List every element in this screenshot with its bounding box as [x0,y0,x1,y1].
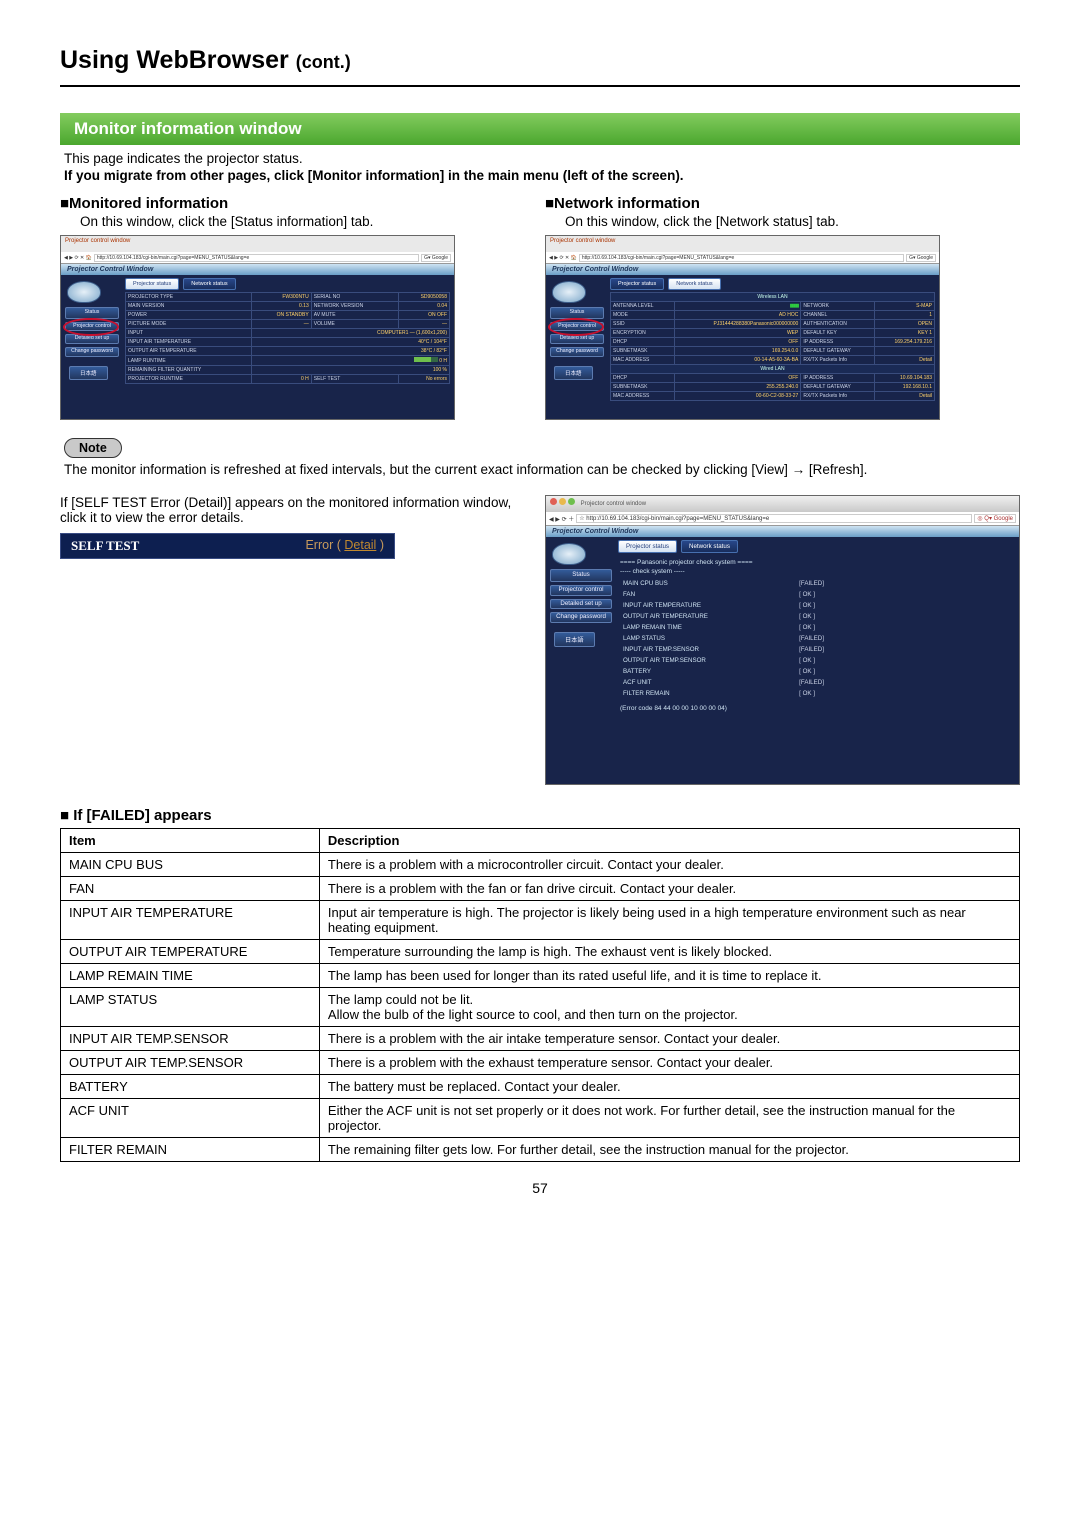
intro: This page indicates the projector status… [64,151,1020,183]
failed-table: Item Description MAIN CPU BUSThere is a … [60,828,1020,1162]
table-row: LAMP REMAIN TIMEThe lamp has been used f… [61,964,1020,988]
sidebar-lang[interactable]: 日本語 [69,366,108,380]
monitored-heading: ■Monitored information [60,195,535,212]
failed-heading: ■ If [FAILED] appears [60,807,1020,824]
tab-network-status[interactable]: Network status [681,540,738,553]
monitored-col: ■Monitored information On this window, c… [60,195,535,420]
sidebar-status[interactable]: Status [65,307,119,319]
selftest-left: If [SELF TEST Error (Detail)] appears on… [60,495,535,559]
tab-projector-status[interactable]: Projector status [618,540,677,553]
mw-titlebar: Projector control window [61,236,454,252]
network-window: Projector control window ◀ ▶ ⟳ ✕ 🏠 http:… [545,235,940,420]
check-header: ==== Panasonic projector check system ==… [620,559,1013,566]
title-cont: (cont.) [296,52,351,72]
st-sidebar: Status Projector control Detailed set up… [546,537,616,719]
check-results: MAIN CPU BUS[FAILED]FAN[ OK ]INPUT AIR T… [620,578,856,699]
selftest-bar[interactable]: SELF TEST Error ( Detail ) [60,533,395,559]
page-number: 57 [60,1180,1020,1196]
nw-addressbar[interactable]: ◀ ▶ ⟳ ✕ 🏠 http://10.69.104.183/cgi-bin/m… [546,252,939,264]
table-row: INPUT AIR TEMP.SENSORThere is a problem … [61,1027,1020,1051]
title-rule [60,85,1020,87]
sidebar-change-pw[interactable]: Change password [65,347,119,357]
detail-link[interactable]: Detail [344,538,376,552]
tab-network-status[interactable]: Network status [668,278,720,290]
table-row: ACF UNITEither the ACF unit is not set p… [61,1099,1020,1138]
table-row: FANThere is a problem with the fan or fa… [61,877,1020,901]
table-row: BATTERYThe battery must be replaced. Con… [61,1075,1020,1099]
table-row: FILTER REMAINThe remaining filter gets l… [61,1138,1020,1162]
mw-subheader: Projector Control Window [61,264,454,275]
sidebar-change-pw[interactable]: Change password [550,347,604,357]
monitored-window: Projector control window ◀ ▶ ⟳ ✕ 🏠 http:… [60,235,455,420]
status-table: PROJECTOR TYPEFW300NTUSERIAL NOSD9050058… [125,292,450,384]
th-item: Item [61,829,320,853]
two-col: ■Monitored information On this window, c… [60,195,1020,420]
mw-content: Projector status Network status PROJECTO… [123,275,454,387]
selftest-para: If [SELF TEST Error (Detail)] appears on… [60,495,535,525]
st-content: Projector status Network status ==== Pan… [616,537,1019,719]
sidebar-status[interactable]: Status [550,569,612,582]
tab-projector-status[interactable]: Projector status [610,278,664,290]
section: Monitor information window This page ind… [60,113,1020,1162]
title-text: Using WebBrowser [60,46,289,74]
sidebar-change-pw[interactable]: Change password [550,612,612,623]
sidebar-lang[interactable]: 日本語 [554,632,595,647]
page-title: Using WebBrowser (cont.) [60,46,1020,75]
table-row: OUTPUT AIR TEMP.SENSORThere is a problem… [61,1051,1020,1075]
section-title: Monitor information window [60,113,1020,145]
nw-titlebar: Projector control window [546,236,939,252]
callout-oval [63,318,119,336]
st-addressbar[interactable]: ◀ ▶ ⟳ ＋ ☆ http://10.69.104.183/cgi-bin/m… [546,512,1019,526]
monitored-desc: On this window, click the [Status inform… [80,214,535,229]
sidebar-lang[interactable]: 日本語 [554,366,593,380]
selftest-error[interactable]: Error ( Detail ) [295,534,394,558]
st-subheader: Projector Control Window [546,526,1019,537]
mw-sidebar: Status Projector control Detailed set up… [61,275,123,387]
note-badge: Note [64,438,122,458]
selftest-row: If [SELF TEST Error (Detail)] appears on… [60,495,1020,785]
page: Using WebBrowser (cont.) Monitor informa… [0,0,1080,1527]
network-col: ■Network information On this window, cli… [545,195,1020,420]
nw-subheader: Projector Control Window [546,264,939,275]
tab-projector-status[interactable]: Projector status [125,278,179,290]
note-text: The monitor information is refreshed at … [64,462,1020,477]
error-code: (Error code 84 44 00 00 10 00 00 04) [620,705,1013,712]
table-row: INPUT AIR TEMPERATUREInput air temperatu… [61,901,1020,940]
mw-addressbar[interactable]: ◀ ▶ ⟳ ✕ 🏠 http://10.69.104.183/cgi-bin/m… [61,252,454,264]
logo-icon [552,281,586,303]
selftest-label: SELF TEST [61,534,149,558]
check-sub: ----- check system ----- [620,568,1013,575]
sidebar-projector[interactable]: Projector control [550,585,612,596]
table-row: MAIN CPU BUSThere is a problem with a mi… [61,853,1020,877]
th-desc: Description [319,829,1019,853]
nw-content: Projector status Network status Wireless… [608,275,939,404]
logo-icon [552,543,586,565]
nw-sidebar: Status Projector control Detailed set up… [546,275,608,404]
network-heading: ■Network information [545,195,1020,212]
tab-network-status[interactable]: Network status [183,278,235,290]
network-desc: On this window, click the [Network statu… [565,214,1020,229]
sidebar-detailed[interactable]: Detailed set up [550,599,612,610]
callout-oval [548,318,604,336]
intro-line2: If you migrate from other pages, click [… [64,168,1020,183]
selftest-window: Projector control window ◀ ▶ ⟳ ＋ ☆ http:… [545,495,1020,785]
sidebar-status[interactable]: Status [550,307,604,319]
st-titlebar: Projector control window [546,496,1019,512]
table-row: LAMP STATUSThe lamp could not be lit.All… [61,988,1020,1027]
table-row: OUTPUT AIR TEMPERATURETemperature surrou… [61,940,1020,964]
window-controls[interactable] [550,498,575,505]
intro-line1: This page indicates the projector status… [64,151,1020,166]
network-table: Wireless LAN ANTENNA LEVEL▮▮▮▮▮NETWORKS-… [610,292,935,401]
logo-icon [67,281,101,303]
